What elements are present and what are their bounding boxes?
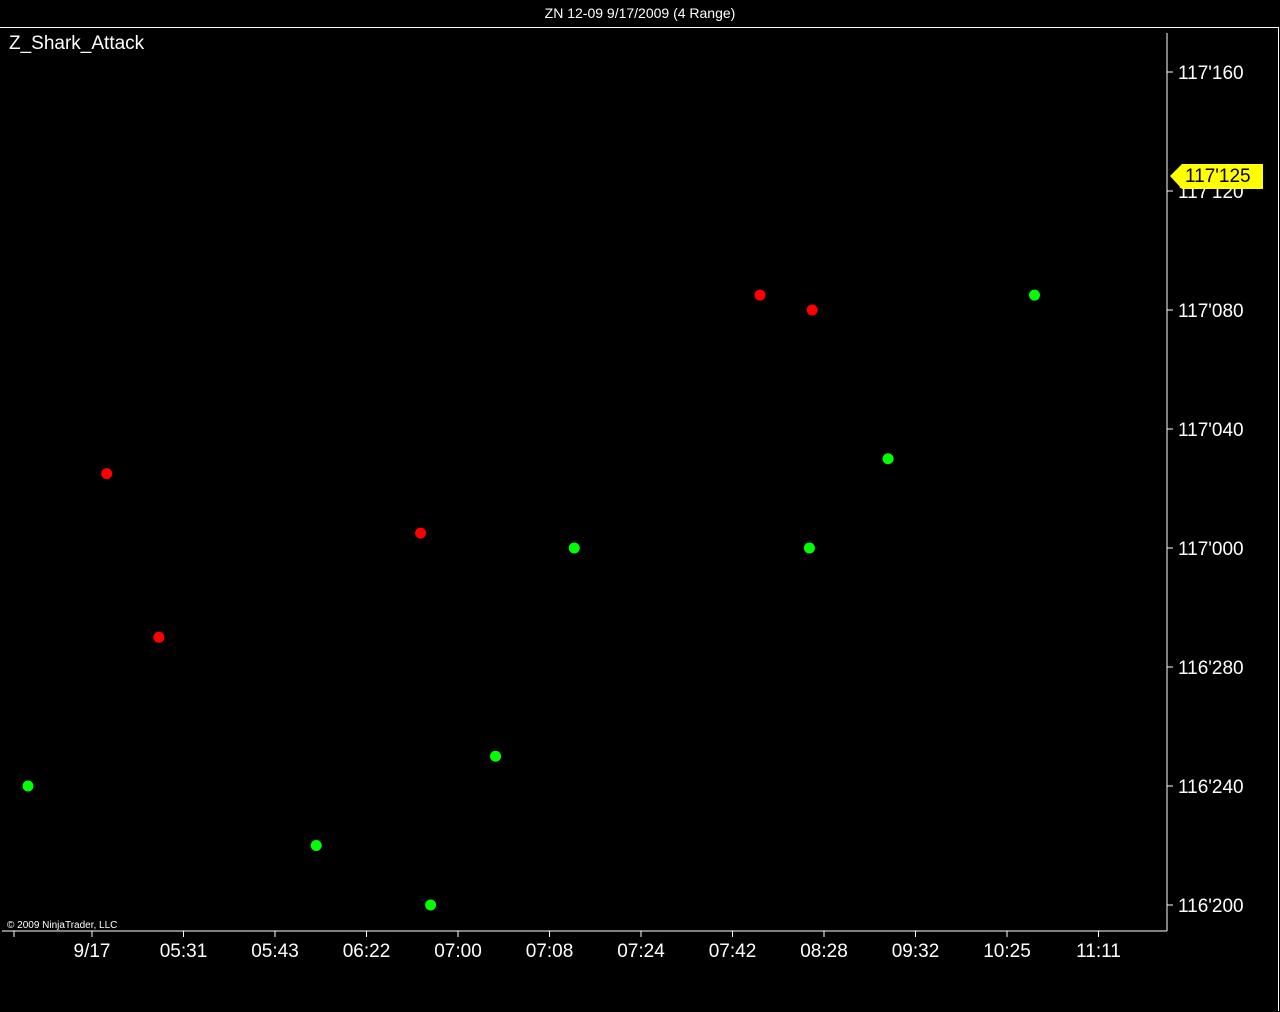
short-signal-dot [415, 527, 427, 539]
x-tick-label: 07:00 [434, 941, 482, 962]
x-tick-label: 05:43 [251, 941, 299, 962]
long-signal-dot [803, 542, 815, 554]
y-tick-label: 117'040 [1178, 420, 1244, 441]
x-tick-label: 05:31 [160, 941, 208, 962]
x-tick-label: 07:42 [709, 941, 757, 962]
short-signal-dot [806, 304, 818, 316]
price-marker-label: 117'125 [1185, 166, 1251, 188]
x-tick-label: 06:22 [343, 941, 391, 962]
y-tick-label: 117'080 [1178, 301, 1244, 322]
long-signal-dot [490, 750, 502, 762]
copyright-text: © 2009 NinjaTrader, LLC [7, 920, 118, 931]
long-signal-dot [1029, 289, 1040, 301]
long-signal-dot [425, 899, 437, 911]
x-tick-label: 11:11 [1076, 941, 1121, 962]
long-signal-dot [310, 840, 322, 851]
short-signal-dot [153, 631, 165, 643]
y-tick-label: 116'240 [1178, 777, 1244, 798]
long-signal-dot [568, 542, 580, 554]
x-tick-label: 07:08 [526, 941, 574, 962]
x-tick-label: 10:25 [983, 941, 1031, 962]
chart-svg[interactable]: 117'160117'120117'080117'040117'000116'2… [0, 0, 1280, 1012]
y-tick-label: 117'160 [1178, 63, 1244, 84]
short-signal-dot [754, 289, 766, 301]
x-tick-label: 07:24 [617, 941, 665, 962]
indicator-name: Z_Shark_Attack [9, 33, 145, 54]
current-price-marker: 117'125 [1170, 164, 1263, 190]
long-signal-dot [22, 780, 34, 792]
x-tick-label: 09:32 [892, 941, 940, 962]
y-tick-label: 116'280 [1178, 658, 1244, 679]
long-signal-dot [882, 453, 894, 465]
y-tick-label: 117'000 [1178, 539, 1244, 560]
short-signal-dot [101, 468, 113, 480]
y-tick-label: 116'200 [1178, 896, 1244, 917]
x-tick-label: 9/17 [74, 941, 111, 962]
x-tick-label: 08:28 [800, 941, 848, 962]
